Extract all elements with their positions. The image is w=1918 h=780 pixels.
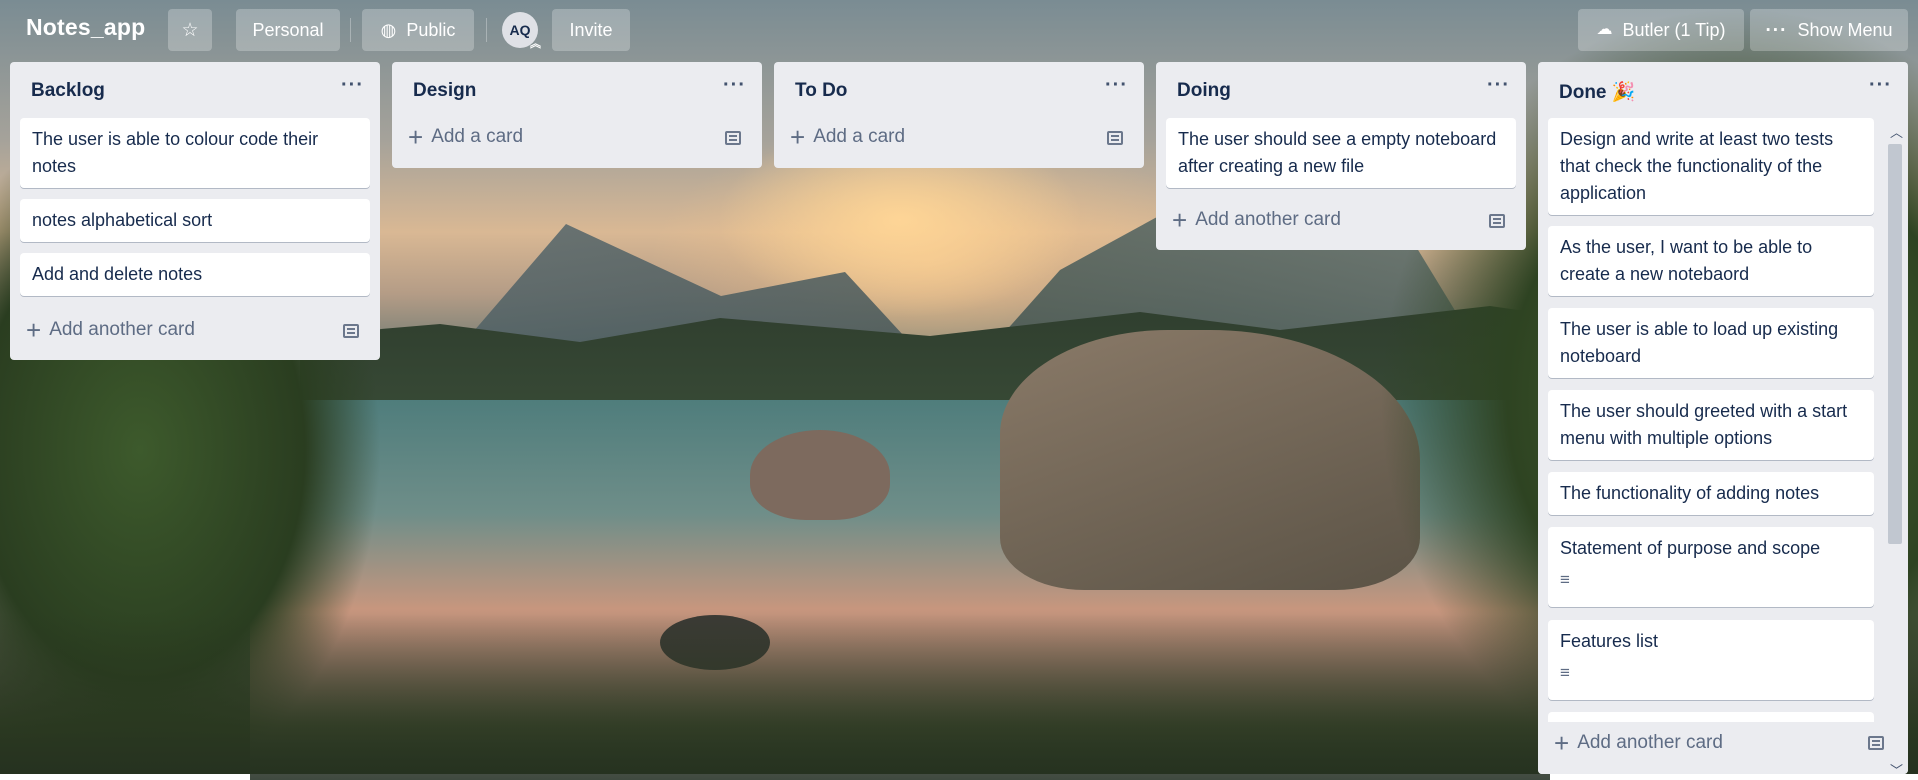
butler-label: Butler (1 Tip) — [1622, 19, 1726, 40]
list-menu-icon[interactable]: ··· — [1487, 74, 1510, 97]
scroll-down-icon[interactable]: ﹀ — [1890, 760, 1903, 774]
list-done: Done 🎉 ··· Design and write at least two… — [1538, 62, 1908, 774]
card[interactable]: The functionality of adding notes — [1548, 472, 1874, 515]
visibility-label: Public — [406, 19, 456, 40]
card-title: Features list — [1560, 631, 1659, 651]
add-card-label: Add another card — [49, 319, 195, 340]
header-divider — [486, 18, 487, 42]
add-card-button[interactable]: + Add another card — [1166, 201, 1341, 239]
list-title[interactable]: Design — [413, 80, 476, 102]
add-card-button[interactable]: + Add another card — [20, 311, 195, 349]
card[interactable]: The user should greeted with a start men… — [1548, 390, 1874, 460]
board-title[interactable]: Notes_app — [26, 14, 145, 41]
header-divider — [350, 18, 351, 42]
card-template-icon[interactable] — [1868, 736, 1884, 750]
list-design: Design ··· + Add a card — [392, 62, 762, 168]
card-template-icon[interactable] — [343, 324, 359, 338]
card[interactable]: Design and write at least two tests that… — [1548, 118, 1874, 215]
card[interactable]: As the user, I want to be able to create… — [1548, 226, 1874, 296]
plus-icon: + — [790, 122, 806, 152]
description-icon: ≡ — [1560, 570, 1570, 589]
list-todo: To Do ··· + Add a card — [774, 62, 1144, 168]
card[interactable]: The user is able to colour code their no… — [20, 118, 370, 188]
butler-icon: ☁ — [1596, 21, 1613, 38]
show-menu-button[interactable]: ··· Show Menu — [1750, 9, 1908, 51]
card[interactable]: Add and delete notes — [20, 253, 370, 296]
plus-icon: + — [408, 122, 424, 152]
show-menu-label: Show Menu — [1797, 19, 1893, 40]
card-title: Statement of purpose and scope — [1560, 538, 1821, 558]
card-template-icon[interactable] — [1107, 131, 1123, 145]
globe-icon: ◍ — [380, 20, 397, 40]
plus-icon: + — [1554, 728, 1570, 758]
card[interactable]: The user should see a empty noteboard af… — [1166, 118, 1516, 188]
add-card-label: Add a card — [813, 126, 906, 147]
card[interactable]: Statement of purpose and scope ≡ — [1548, 527, 1874, 607]
invite-button[interactable]: Invite — [552, 9, 630, 51]
list-title[interactable]: To Do — [795, 80, 847, 102]
personal-button[interactable]: Personal — [236, 9, 340, 51]
list-backlog: Backlog ··· The user is able to colour c… — [10, 62, 380, 360]
add-card-button[interactable]: + Add a card — [402, 118, 523, 156]
description-icon: ≡ — [1560, 663, 1570, 682]
card-template-icon[interactable] — [725, 131, 741, 145]
add-card-button[interactable]: + Add another card — [1548, 724, 1723, 762]
card-template-icon[interactable] — [1489, 214, 1505, 228]
list-menu-icon[interactable]: ··· — [723, 74, 746, 97]
plus-icon: + — [1172, 205, 1188, 235]
add-card-label: Add a card — [431, 126, 524, 147]
list-title[interactable]: Backlog — [31, 80, 105, 102]
card[interactable]: Features list ≡ — [1548, 620, 1874, 700]
add-card-label: Add another card — [1577, 732, 1723, 753]
personal-label: Personal — [252, 19, 324, 40]
card[interactable]: The user is able to load up existing not… — [1548, 308, 1874, 378]
list-menu-icon[interactable]: ··· — [341, 74, 364, 97]
list-header: To Do ··· — [774, 62, 1144, 118]
plus-icon: + — [26, 315, 42, 345]
admin-chevron-icon: ︽ — [530, 38, 541, 50]
invite-label: Invite — [569, 19, 613, 40]
list-menu-icon[interactable]: ··· — [1105, 74, 1128, 97]
list-title[interactable]: Doing — [1177, 80, 1231, 102]
list-title[interactable]: Done 🎉 — [1559, 80, 1635, 104]
avatar[interactable]: AQ ︽ — [502, 12, 541, 50]
card[interactable]: notes alphabetical sort — [20, 199, 370, 242]
list-menu-icon[interactable]: ··· — [1869, 74, 1892, 97]
list-header: Design ··· — [392, 62, 762, 118]
butler-button[interactable]: ☁ Butler (1 Tip) — [1578, 9, 1744, 51]
avatar-initials: AQ — [509, 22, 531, 38]
visibility-button[interactable]: ◍ Public — [362, 9, 474, 51]
add-card-label: Add another card — [1195, 209, 1341, 230]
scroll-up-icon[interactable]: ︿ — [1890, 122, 1903, 141]
more-icon: ··· — [1765, 19, 1788, 41]
list-header: Backlog ··· — [10, 62, 380, 118]
add-card-button[interactable]: + Add a card — [784, 118, 905, 156]
list-header: Done 🎉 ··· — [1538, 62, 1908, 118]
list-header: Doing ··· — [1156, 62, 1526, 118]
board-header: Notes_app ☆ Personal ◍ Public AQ ︽ Invit… — [0, 0, 1918, 60]
star-icon: ☆ — [181, 19, 199, 41]
list-doing: Doing ··· The user should see a empty no… — [1156, 62, 1526, 250]
star-button[interactable]: ☆ — [168, 9, 212, 51]
list-scrollbar[interactable]: ︿ ﹀ — [1884, 118, 1906, 774]
scrollbar-thumb[interactable] — [1888, 144, 1902, 544]
